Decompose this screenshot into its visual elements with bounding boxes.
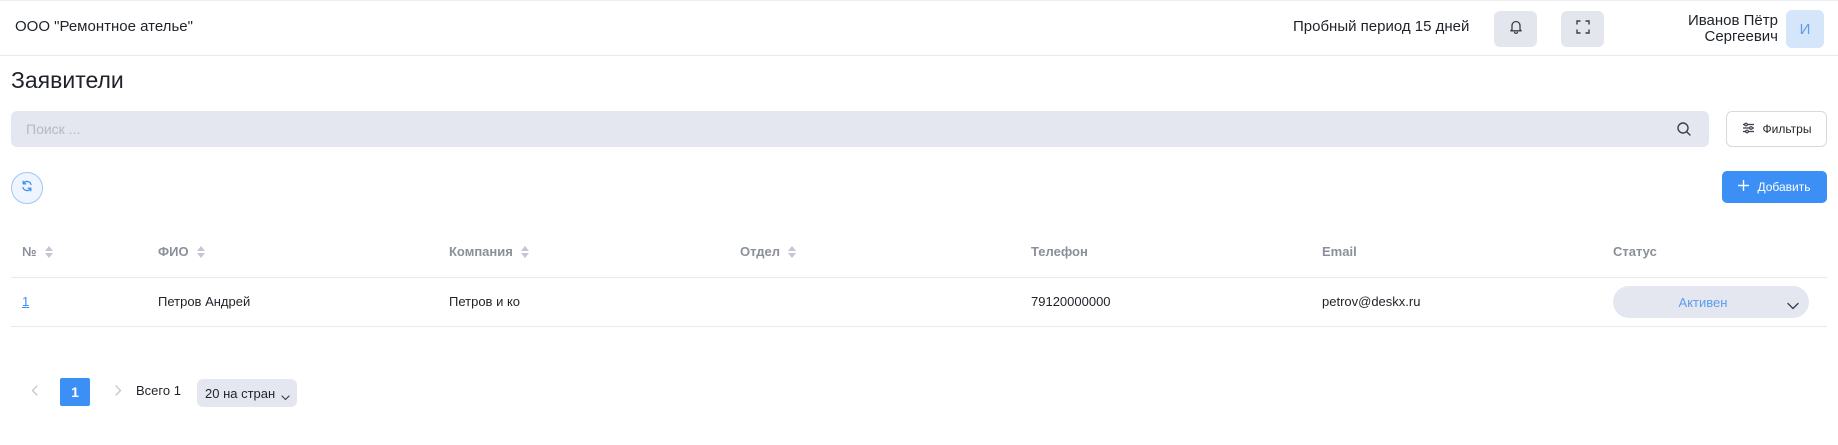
page-button-current[interactable]: 1 bbox=[60, 378, 90, 406]
status-select[interactable]: Активен bbox=[1613, 286, 1809, 318]
user-name-line2: Сергеевич bbox=[1704, 28, 1778, 45]
column-header-company[interactable]: Компания bbox=[449, 244, 529, 259]
filters-button[interactable]: Фильтры bbox=[1726, 111, 1827, 147]
sliders-icon bbox=[1742, 122, 1755, 137]
column-label: Отдел bbox=[740, 244, 781, 259]
sort-icon bbox=[520, 245, 529, 258]
top-bar: ООО "Ремонтное ателье" Пробный период 15… bbox=[0, 0, 1838, 56]
sort-icon bbox=[44, 245, 53, 258]
avatar[interactable]: И bbox=[1786, 10, 1824, 48]
column-label: Статус bbox=[1613, 244, 1657, 259]
row-number-link[interactable]: 1 bbox=[22, 294, 29, 309]
notifications-button[interactable] bbox=[1494, 11, 1537, 47]
filters-label: Фильтры bbox=[1762, 122, 1812, 136]
user-name-line1: Иванов Пётр bbox=[1687, 12, 1778, 29]
column-header-status: Статус bbox=[1613, 244, 1657, 259]
row-name: Петров Андрей bbox=[158, 294, 251, 309]
chevron-down-icon bbox=[281, 389, 290, 404]
table-header: № ФИО Компания Отдел Телефон Email Стату… bbox=[11, 226, 1827, 278]
search-icon[interactable] bbox=[1676, 121, 1692, 137]
user-name[interactable]: Иванов Пётр Сергеевич bbox=[1638, 13, 1778, 45]
row-company: Петров и ко bbox=[449, 294, 521, 309]
chevron-right-icon bbox=[114, 383, 122, 401]
column-label: Email bbox=[1322, 244, 1357, 259]
total-count: Всего 1 bbox=[136, 383, 181, 398]
row-email: petrov@deskx.ru bbox=[1322, 294, 1421, 309]
fullscreen-button[interactable] bbox=[1561, 11, 1604, 47]
column-label: Телефон bbox=[1031, 244, 1088, 259]
column-label: Компания bbox=[449, 244, 513, 259]
refresh-icon bbox=[21, 179, 33, 197]
sort-icon bbox=[788, 245, 797, 258]
applicants-table: № ФИО Компания Отдел Телефон Email Стату… bbox=[11, 226, 1827, 327]
row-phone: 79120000000 bbox=[1031, 294, 1111, 309]
next-page-button[interactable] bbox=[104, 378, 132, 406]
column-header-phone: Телефон bbox=[1031, 244, 1088, 259]
column-label: ФИО bbox=[158, 244, 189, 259]
chevron-down-icon bbox=[1787, 297, 1799, 315]
column-header-department[interactable]: Отдел bbox=[740, 244, 797, 259]
company-name: ООО "Ремонтное ателье" bbox=[15, 18, 193, 35]
plus-icon bbox=[1738, 179, 1750, 194]
chevron-left-icon bbox=[31, 383, 38, 401]
column-header-email: Email bbox=[1322, 244, 1357, 259]
search-input[interactable] bbox=[11, 111, 1709, 147]
prev-page-button[interactable] bbox=[20, 378, 48, 406]
column-header-name[interactable]: ФИО bbox=[158, 244, 205, 259]
add-button[interactable]: Добавить bbox=[1722, 171, 1827, 203]
column-header-number[interactable]: № bbox=[22, 244, 53, 259]
refresh-button[interactable] bbox=[11, 172, 43, 204]
page-size-value: 20 на страницу bbox=[205, 385, 275, 401]
status-value: Активен bbox=[1678, 294, 1728, 310]
page-title: Заявители bbox=[11, 67, 124, 93]
trial-period-label: Пробный период 15 дней bbox=[1293, 18, 1470, 35]
search-bar bbox=[11, 111, 1709, 147]
add-label: Добавить bbox=[1757, 180, 1811, 194]
fullscreen-icon bbox=[1575, 19, 1590, 39]
sort-icon bbox=[196, 245, 205, 258]
table-row[interactable]: 1 Петров Андрей Петров и ко 79120000000 … bbox=[11, 278, 1827, 327]
column-label: № bbox=[22, 244, 37, 259]
bell-icon bbox=[1509, 19, 1523, 39]
page-size-select[interactable]: 20 на страницу bbox=[197, 379, 297, 407]
